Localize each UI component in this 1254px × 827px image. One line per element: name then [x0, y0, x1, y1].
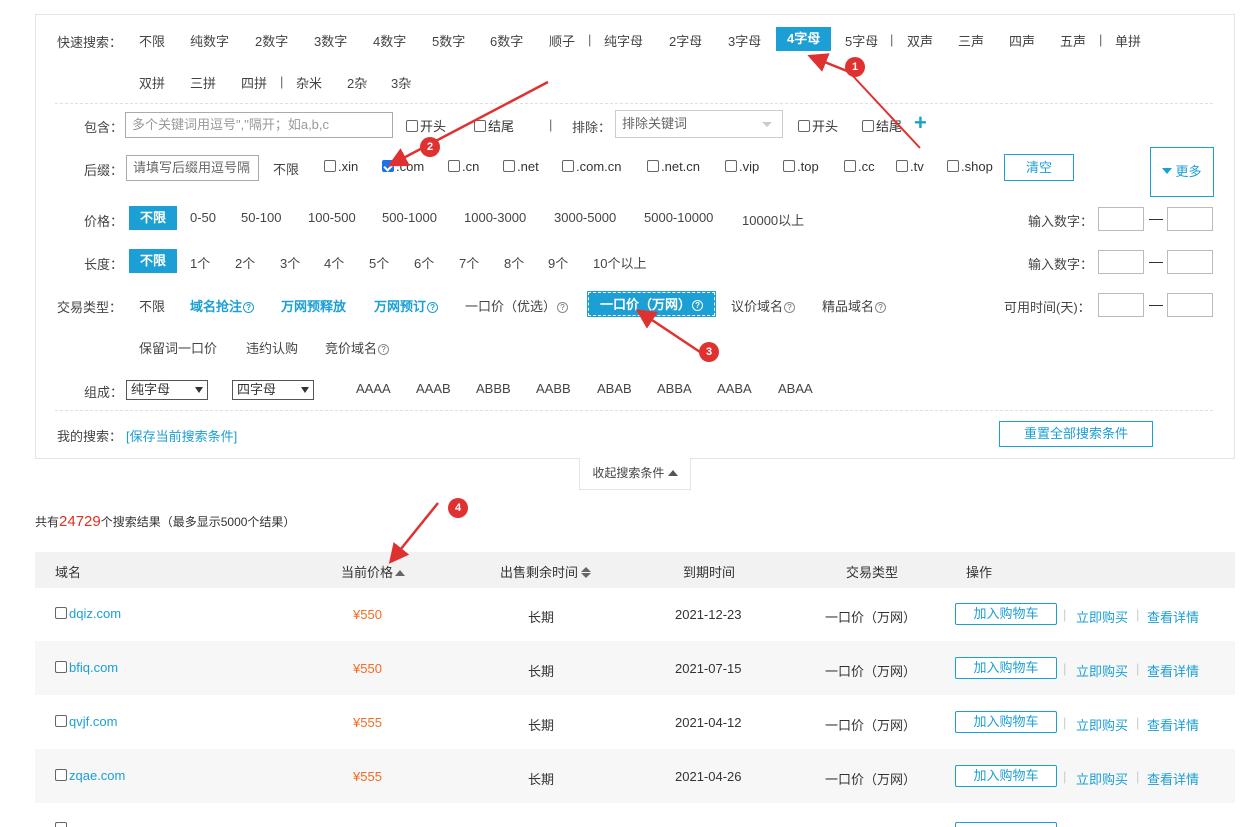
annotation-arrow	[635, 309, 701, 354]
annotation-badge: 3	[699, 342, 719, 362]
annotation-overlay	[387, 53, 921, 564]
annotation-badge: 2	[420, 137, 440, 157]
annotation-badge: 1	[845, 57, 865, 77]
annotation-arrow	[387, 80, 549, 167]
annotation-arrow	[851, 74, 921, 149]
annotation-badge: 4	[448, 498, 468, 518]
annotation-arrow	[388, 502, 439, 564]
